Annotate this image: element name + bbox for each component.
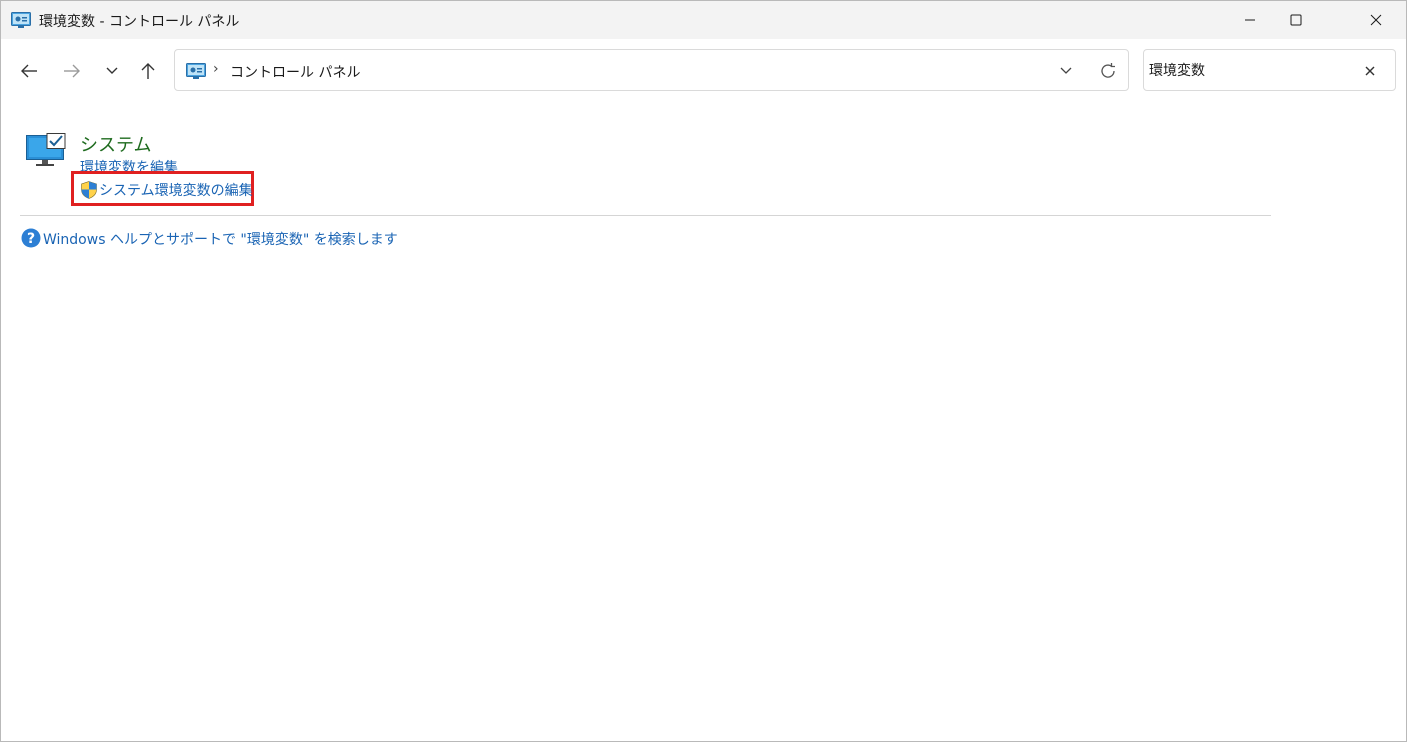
system-monitor-icon	[26, 133, 66, 166]
address-bar[interactable]: › コントロール パネル	[174, 49, 1129, 91]
close-icon	[1370, 14, 1382, 26]
search-box[interactable]	[1143, 49, 1396, 91]
address-dropdown-button[interactable]	[1055, 60, 1077, 82]
arrow-right-icon	[64, 64, 80, 78]
maximize-icon	[1290, 14, 1302, 26]
highlight-box: システム環境変数の編集	[71, 171, 254, 206]
back-button[interactable]	[14, 56, 44, 86]
close-icon	[1365, 66, 1375, 76]
minimize-button[interactable]	[1227, 1, 1273, 39]
arrow-up-icon	[141, 63, 155, 79]
chevron-down-icon	[106, 67, 118, 74]
window-title: 環境変数 - コントロール パネル	[39, 14, 240, 30]
clear-search-button[interactable]	[1359, 60, 1381, 82]
uac-shield-icon	[81, 181, 97, 199]
refresh-icon	[1101, 63, 1115, 78]
control-panel-window: 環境変数 - コントロール パネル › コントロール パネル 環境変数 システム…	[0, 0, 1407, 742]
chevron-down-icon	[1060, 67, 1072, 74]
close-button[interactable]	[1353, 1, 1399, 39]
breadcrumb-separator[interactable]: ›	[213, 61, 219, 77]
divider	[20, 215, 1271, 216]
search-input[interactable]	[1149, 59, 1349, 81]
up-button[interactable]	[133, 56, 163, 86]
forward-button[interactable]	[57, 56, 87, 86]
recent-locations-button[interactable]	[97, 56, 127, 86]
title-bar: 環境変数 - コントロール パネル	[1, 1, 1406, 39]
edit-system-env-vars-link[interactable]: システム環境変数の編集	[99, 180, 253, 200]
control-panel-icon	[11, 12, 31, 28]
control-panel-icon	[186, 63, 206, 79]
minimize-icon	[1245, 19, 1255, 21]
maximize-button[interactable]	[1273, 1, 1319, 39]
navigation-bar: › コントロール パネル	[1, 39, 1406, 103]
arrow-left-icon	[21, 64, 37, 78]
windows-help-search-link[interactable]: Windows ヘルプとサポートで "環境変数" を検索します	[43, 229, 398, 249]
breadcrumb-control-panel[interactable]: コントロール パネル	[230, 62, 360, 82]
system-category-title[interactable]: システム	[80, 131, 151, 157]
svg-text:?: ?	[27, 231, 35, 247]
refresh-button[interactable]	[1097, 60, 1119, 82]
help-icon: ?	[21, 228, 41, 248]
search-results: システム 環境変数を編集 システム環境変数の編集 ? Windows ヘルプとサ…	[1, 103, 1406, 741]
